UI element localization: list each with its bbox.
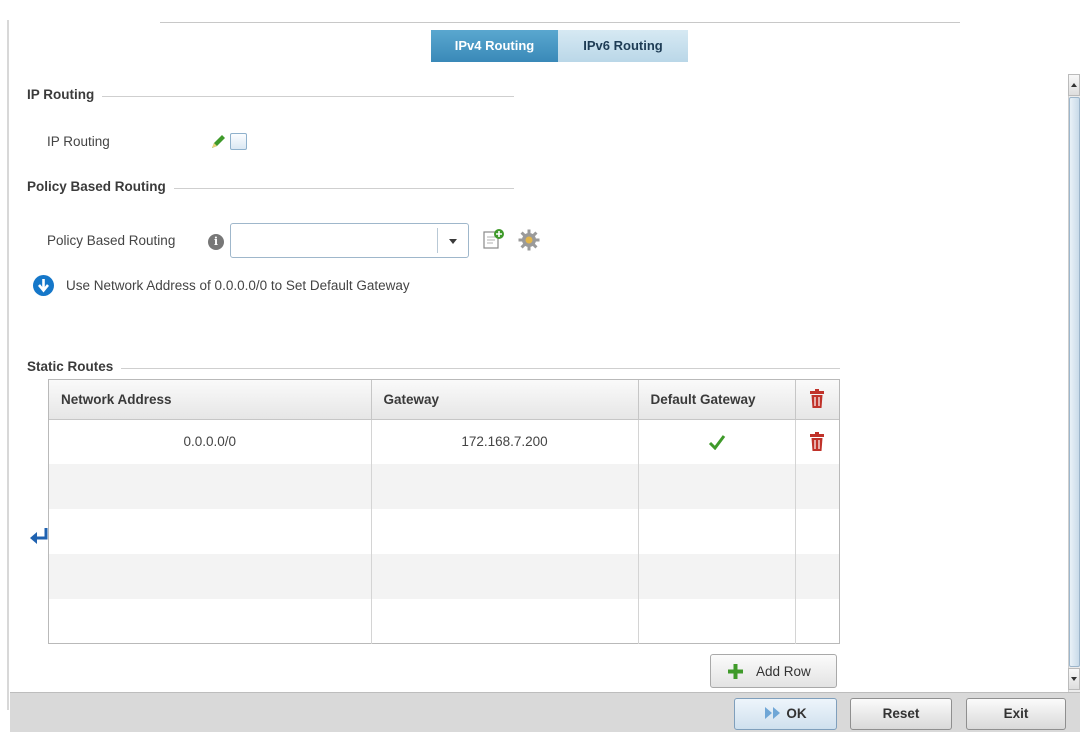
routing-tabs: IPv4 Routing IPv6 Routing (431, 30, 688, 62)
pencil-icon (212, 135, 225, 148)
pbr-section-title: Policy Based Routing (27, 179, 174, 194)
info-icon[interactable]: i (208, 234, 224, 250)
trash-icon[interactable] (808, 389, 826, 409)
table-row[interactable]: 0.0.0.0/0 172.168.7.200 (49, 419, 839, 464)
column-network-address[interactable]: Network Address (49, 380, 372, 420)
table-row (49, 509, 839, 554)
column-default-gateway[interactable]: Default Gateway (638, 380, 796, 420)
scrollbar-thumb[interactable] (1069, 97, 1080, 667)
pbr-label: Policy Based Routing (47, 233, 176, 248)
tab-ipv6-routing[interactable]: IPv6 Routing (558, 30, 688, 62)
table-row (49, 599, 839, 644)
ip-routing-checkbox[interactable] (230, 133, 247, 150)
network-address-cell[interactable]: 0.0.0.0/0 (49, 419, 372, 464)
exit-button[interactable]: Exit (966, 698, 1066, 730)
select-divider (437, 228, 438, 253)
default-gateway-hint: Use Network Address of 0.0.0.0/0 to Set … (66, 278, 410, 293)
scroll-down-button[interactable] (1068, 668, 1080, 690)
add-row-button[interactable]: Add Row (710, 654, 837, 688)
chevron-down-icon (449, 239, 457, 244)
create-policy-icon[interactable] (482, 228, 506, 250)
ok-button[interactable]: OK (734, 698, 837, 730)
scroll-up-button[interactable] (1068, 74, 1080, 96)
top-divider (160, 22, 960, 23)
column-gateway[interactable]: Gateway (371, 380, 639, 420)
double-arrow-icon (765, 707, 781, 719)
panel-left-edge (7, 20, 9, 710)
static-routes-table: Network Address Gateway Default Gateway … (48, 379, 840, 644)
delete-all-cell (795, 380, 839, 420)
tab-ipv4-routing[interactable]: IPv4 Routing (431, 30, 558, 62)
table-row (49, 464, 839, 509)
ip-routing-section-title: IP Routing (27, 87, 103, 102)
plus-icon (728, 664, 743, 679)
delete-row-cell (795, 419, 839, 464)
table-row (49, 554, 839, 599)
default-gateway-cell[interactable] (638, 419, 796, 464)
trash-icon[interactable] (808, 431, 826, 452)
check-icon (708, 435, 725, 450)
static-routes-section-title: Static Routes (27, 359, 122, 374)
arrow-down-circle-icon[interactable] (33, 275, 54, 296)
ip-routing-label: IP Routing (47, 134, 110, 149)
reset-button[interactable]: Reset (850, 698, 952, 730)
add-row-label: Add Row (756, 664, 811, 679)
return-arrow-icon[interactable] (28, 527, 50, 545)
ok-label: OK (786, 706, 807, 721)
ip-routing-section-line (30, 96, 514, 97)
gear-icon[interactable] (517, 228, 541, 252)
table-header-row: Network Address Gateway Default Gateway (49, 380, 839, 420)
static-routes-section-line (30, 368, 840, 369)
pbr-select[interactable] (230, 223, 469, 258)
gateway-cell[interactable]: 172.168.7.200 (371, 419, 639, 464)
